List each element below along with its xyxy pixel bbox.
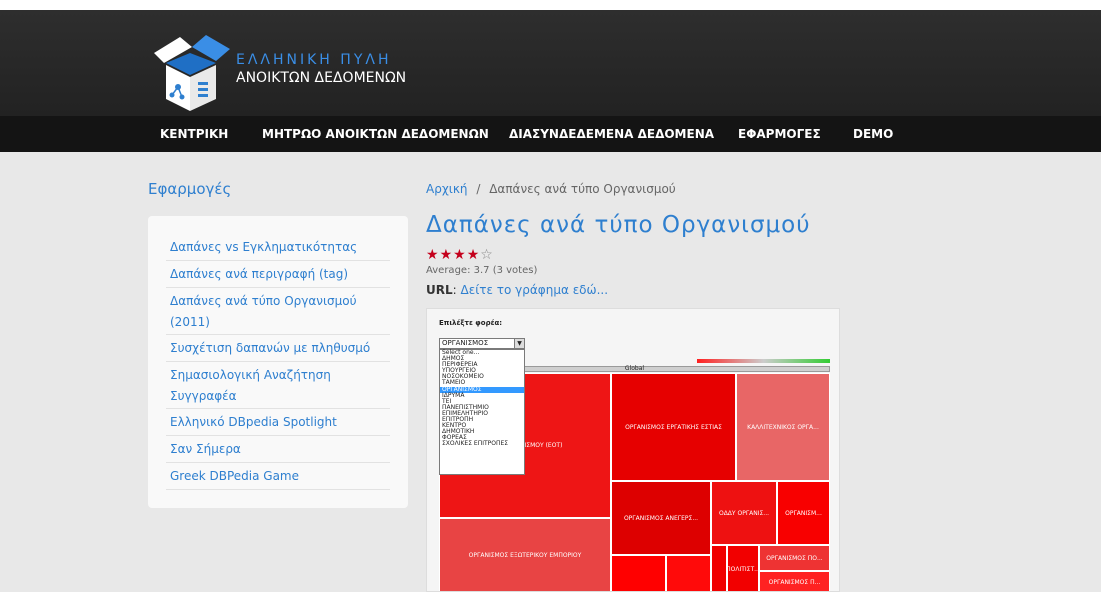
treemap-widget: Επιλέξτε φορέα: ΟΡΓΑΝΙΣΜΟΣ ▼ Select one.…: [426, 308, 840, 592]
sidebar-divider: [166, 287, 390, 288]
sidebar-divider: [166, 435, 390, 436]
open-box-icon[interactable]: [150, 27, 230, 111]
sidebar-panel: Δαπάνες vs Εγκληματικότητας Δαπάνες ανά …: [148, 216, 408, 508]
treemap-tile[interactable]: ΠΟΛΙΤΙΣΤ...: [727, 545, 759, 591]
sidebar-item-org-type[interactable]: Δαπάνες ανά τύπο Οργανισμού (2011): [170, 291, 390, 333]
sidebar-item-population[interactable]: Συσχέτιση δαπανών με πληθυσμό: [170, 338, 390, 359]
treemap-tile[interactable]: ΟΔΔΥ ΟΡΓΑΝΙΣ...: [711, 481, 777, 545]
star-filled-icon[interactable]: ★: [453, 247, 467, 263]
star-filled-icon[interactable]: ★: [426, 247, 440, 263]
nav-item-registry[interactable]: ΜΗΤΡΩΟ ΑΝΟΙΚΤΩΝ ΔΕΔΟΜΕΝΩΝ: [262, 127, 489, 141]
treemap-tile[interactable]: ΟΡΓΑΝΙΣΜ...: [777, 481, 830, 545]
treemap-tile[interactable]: [711, 545, 727, 591]
sidebar-divider: [166, 489, 390, 490]
filter-label: Επιλέξτε φορέα:: [439, 319, 503, 327]
main-nav: ΚΕΝΤΡΙΚΗ ΜΗΤΡΩΟ ΑΝΟΙΚΤΩΝ ΔΕΔΟΜΕΝΩΝ ΔΙΑΣΥ…: [0, 116, 1101, 152]
sidebar-divider: [166, 408, 390, 409]
dropdown-arrow-icon[interactable]: ▼: [514, 339, 524, 348]
page-title: Δαπάνες ανά τύπο Οργανισμού: [426, 212, 811, 238]
select-options-list[interactable]: Select one... ΔΗΜΟΣ ΠΕΡΙΦΕΡΕΙΑ ΥΠΟΥΡΓΕΙΟ ΝΟΣ…: [439, 349, 525, 475]
breadcrumb-separator: /: [476, 182, 481, 196]
url-row: URL: Δείτε το γράφημα εδώ...: [426, 283, 608, 297]
breadcrumb: Αρχική / Δαπάνες ανά τύπο Οργανισμού: [426, 182, 676, 196]
treemap-tile[interactable]: ΟΡΓΑΝΙΣΜΟΣ Π...: [759, 571, 830, 591]
nav-item-demo[interactable]: DEMO: [853, 127, 893, 141]
nav-item-linked-data[interactable]: ΔΙΑΣΥΝΔΕΔΕΜΕΝΑ ΔΕΔΟΜΕΝΑ: [509, 127, 714, 141]
sidebar-divider: [166, 462, 390, 463]
star-empty-icon[interactable]: ☆: [480, 247, 494, 263]
sidebar-divider: [166, 361, 390, 362]
sidebar-item-crime[interactable]: Δαπάνες vs Εγκληματικότητας: [170, 237, 390, 258]
rating-average: Average: 3.7 (3 votes): [426, 265, 538, 276]
org-type-select[interactable]: ΟΡΓΑΝΙΣΜΟΣ ▼: [439, 338, 525, 349]
select-value: ΟΡΓΑΝΙΣΜΟΣ: [442, 339, 489, 347]
treemap-tile[interactable]: ΚΑΛΛΙΤΕΧΝΙΚΟΣ ΟΡΓΑ...: [736, 373, 830, 481]
breadcrumb-current: Δαπάνες ανά τύπο Οργανισμού: [489, 182, 676, 196]
logo-title-line1[interactable]: ΕΛΛΗΝΙΚΗ ΠΥΛΗ: [236, 52, 391, 68]
select-option[interactable]: ΣΧΟΛΙΚΕΣ ΕΠΙΤΡΟΠΕΣ: [440, 441, 524, 447]
sidebar-divider: [166, 260, 390, 261]
treemap-tile[interactable]: ΟΡΓΑΝΙΣΜΟΣ ΕΞΩΤΕΡΙΚΟΥ ΕΜΠΟΡΙΟΥ: [439, 518, 611, 591]
sidebar-item-semantic-search[interactable]: Σημασιολογική Αναζήτηση Συγγραφέα: [170, 365, 390, 407]
top-strip: [0, 0, 1101, 10]
sidebar-item-today[interactable]: Σαν Σήμερα: [170, 439, 390, 460]
url-colon: :: [452, 283, 457, 297]
treemap-tile[interactable]: [666, 555, 711, 591]
nav-item-applications[interactable]: ΕΦΑΡΜΟΓΕΣ: [738, 127, 821, 141]
sidebar-title: Εφαρμογές: [148, 180, 232, 198]
sidebar-item-game[interactable]: Greek DBPedia Game: [170, 466, 390, 487]
color-legend: [697, 359, 830, 363]
logo-title-line2[interactable]: ΑΝΟΙΚΤΩΝ ΔΕΔΟΜΕΝΩΝ: [236, 70, 406, 86]
chart-link[interactable]: Δείτε το γράφημα εδώ...: [461, 283, 609, 297]
breadcrumb-home-link[interactable]: Αρχική: [426, 182, 468, 196]
treemap-tile[interactable]: ΟΡΓΑΝΙΣΜΟΣ ΕΡΓΑΤΙΚΗΣ ΕΣΤΙΑΣ: [611, 373, 736, 481]
treemap-tile[interactable]: [611, 555, 666, 591]
treemap-tile[interactable]: ΟΡΓΑΝΙΣΜΟΣ ΠΟ...: [759, 545, 830, 571]
nav-item-home[interactable]: ΚΕΝΤΡΙΚΗ: [160, 127, 228, 141]
star-filled-icon[interactable]: ★: [440, 247, 454, 263]
sidebar-item-spotlight[interactable]: Ελληνικό DBpedia Spotlight: [170, 412, 390, 433]
rating-stars[interactable]: ★★★★☆: [426, 247, 494, 263]
star-filled-icon[interactable]: ★: [467, 247, 481, 263]
sidebar-divider: [166, 334, 390, 335]
site-header: ΕΛΛΗΝΙΚΗ ΠΥΛΗ ΑΝΟΙΚΤΩΝ ΔΕΔΟΜΕΝΩΝ: [0, 10, 1101, 116]
url-label: URL: [426, 283, 453, 297]
sidebar-item-tag[interactable]: Δαπάνες ανά περιγραφή (tag): [170, 264, 390, 285]
treemap-tile[interactable]: ΟΡΓΑΝΙΣΜΟΣ ΑΝΕΓΕΡΣ...: [611, 481, 711, 555]
